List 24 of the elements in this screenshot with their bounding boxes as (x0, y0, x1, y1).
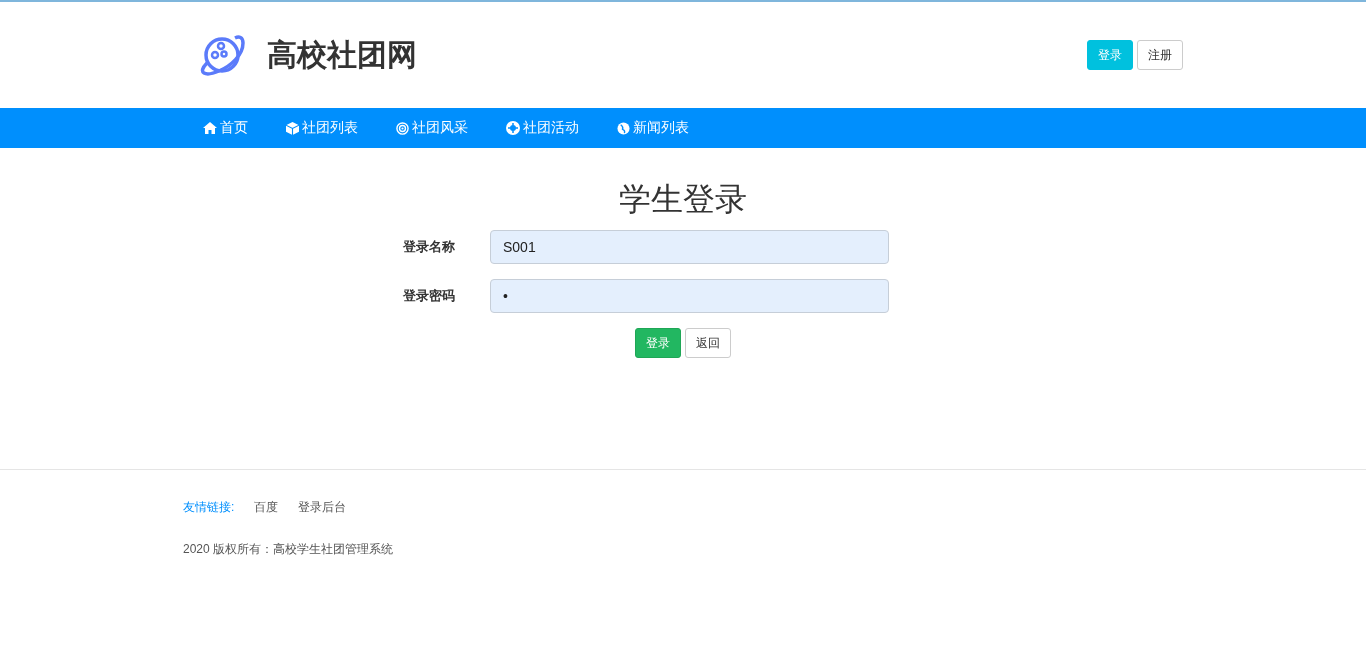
target-icon (396, 121, 409, 135)
back-button[interactable]: 返回 (685, 328, 731, 358)
register-button[interactable]: 注册 (1137, 40, 1183, 70)
login-button[interactable]: 登录 (635, 328, 681, 358)
field-label: 登录名称 (403, 238, 456, 256)
field-label: 登录密码 (403, 287, 456, 305)
page-title: 学生登录 (619, 180, 747, 219)
lifebuoy-icon (506, 121, 520, 135)
home-icon (203, 122, 217, 134)
nav-item[interactable]: 社团风采 (396, 119, 468, 137)
nav-item[interactable]: 新闻列表 (617, 119, 689, 137)
friend-links-label: 友情链接: (183, 499, 235, 516)
globe-icon (617, 121, 630, 135)
footer-link[interactable]: 登录后台 (298, 499, 347, 516)
site-title: 高校社团网 (267, 36, 417, 73)
footer-link[interactable]: 百度 (254, 499, 279, 516)
nav-item[interactable]: 社团列表 (286, 119, 358, 137)
cube-icon (286, 121, 299, 135)
password-field[interactable]: • (490, 279, 889, 313)
nav-item[interactable]: 社团活动 (506, 119, 579, 137)
nav-item[interactable]: 首页 (203, 119, 248, 137)
copyright-text: 2020 版权所有：高校学生社团管理系统 (183, 541, 395, 558)
username-field[interactable]: S001 (490, 230, 889, 264)
login-button[interactable]: 登录 (1087, 40, 1133, 70)
